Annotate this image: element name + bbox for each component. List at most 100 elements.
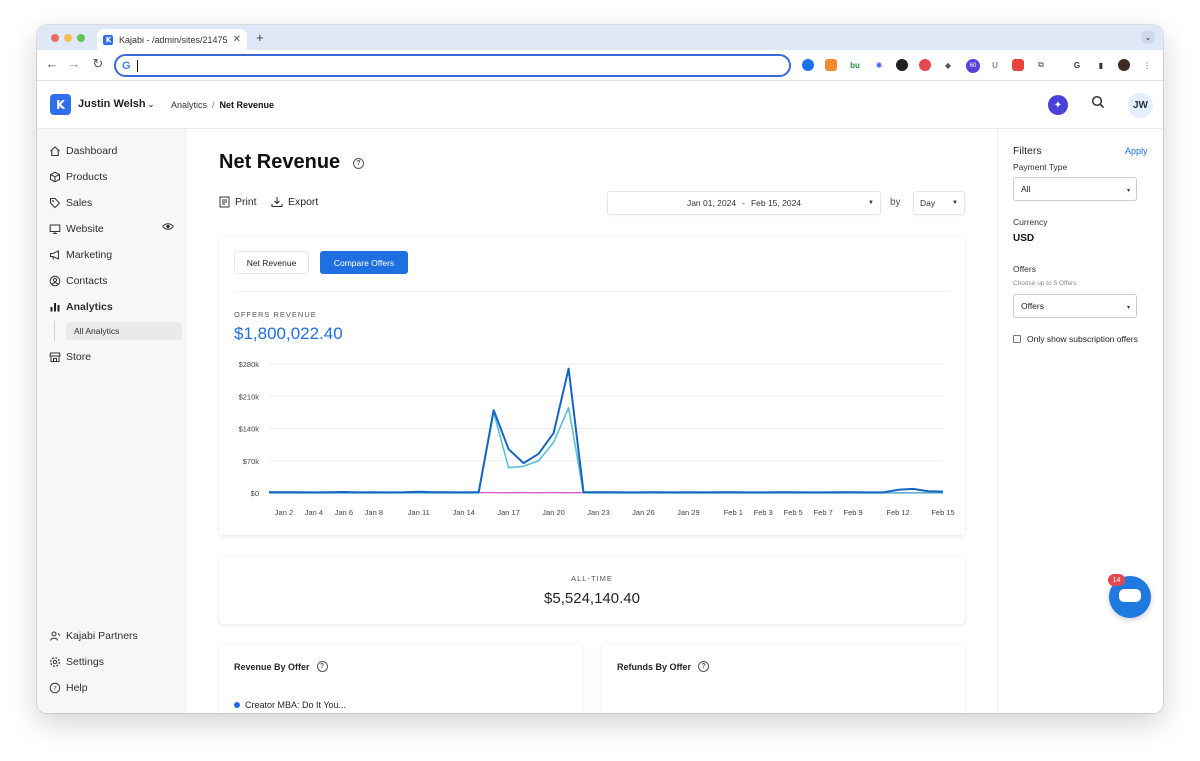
sidebar-item-analytics[interactable]: Analytics (49, 299, 113, 315)
minimize-window-button[interactable] (64, 34, 72, 42)
reload-icon[interactable]: ↻ (90, 56, 106, 72)
sidebar-item-label: Store (66, 351, 92, 363)
sidebar-subitem-all-analytics[interactable]: All Analytics (66, 322, 182, 340)
alltime-label: ALL-TIME (571, 574, 613, 583)
partners-icon (50, 631, 61, 641)
extension-4-icon[interactable]: ✺ (873, 59, 885, 71)
search-icon[interactable] (1091, 95, 1107, 113)
extension-9-icon[interactable]: U (989, 59, 1001, 71)
tab-compare-offers[interactable]: Compare Offers (320, 251, 408, 274)
date-range-picker[interactable]: Jan 01, 2024 - Feb 15, 2024 ▼ (607, 191, 881, 215)
user-avatar[interactable]: JW (1128, 93, 1153, 118)
extension-1-icon[interactable] (802, 59, 814, 71)
breadcrumb-current: Net Revenue (219, 100, 275, 110)
grammarly-icon[interactable]: G (1071, 59, 1083, 71)
main-content: Net Revenue ? Print Export Jan 01, 2024 … (187, 129, 997, 713)
extension-3-icon[interactable]: bu (849, 59, 861, 71)
profile-avatar-icon[interactable] (1118, 59, 1130, 71)
sidebar-item-kajabi-partners[interactable]: Kajabi Partners (49, 628, 138, 644)
browser-menu-icon[interactable]: ⋮ (1141, 59, 1153, 71)
extension-5-icon[interactable] (896, 59, 908, 71)
tab-net-revenue[interactable]: Net Revenue (234, 251, 309, 274)
kajabi-favicon-icon (103, 34, 113, 45)
maximize-window-button[interactable] (77, 34, 85, 42)
payment-type-select[interactable]: All ▾ (1013, 177, 1137, 201)
help-question-icon[interactable]: ? (316, 661, 328, 672)
sidebar-item-sales[interactable]: Sales (49, 195, 92, 211)
back-icon[interactable]: ← (44, 56, 60, 71)
new-tab-button[interactable]: + (256, 30, 264, 45)
sidebar-item-label: Settings (66, 656, 104, 668)
submenu-guide (54, 321, 55, 341)
x-tick-label: Jan 23 (587, 508, 610, 517)
side-panel-icon[interactable]: ▮ (1095, 59, 1107, 71)
address-bar[interactable]: G (114, 54, 791, 77)
caret-down-icon: ▾ (1126, 305, 1130, 311)
sidebar-item-help[interactable]: ? Help (49, 680, 88, 696)
filters-title: Filters (1013, 145, 1042, 157)
sidebar-item-products[interactable]: Products (49, 169, 107, 185)
google-icon: G (122, 59, 131, 72)
x-tick-label: Feb 3 (754, 508, 773, 517)
close-window-button[interactable] (51, 34, 59, 42)
store-icon (49, 352, 61, 362)
x-tick-label: Feb 1 (724, 508, 743, 517)
monitor-icon (49, 224, 61, 234)
export-button[interactable]: Export (271, 196, 318, 208)
extension-7-icon[interactable]: ◆ (942, 59, 954, 71)
extension-10-icon[interactable] (1012, 59, 1024, 71)
extension-6-icon[interactable] (919, 59, 931, 71)
x-tick-label: Jan 8 (365, 508, 383, 517)
tab-close-icon[interactable]: ✕ (233, 34, 241, 45)
account-name: Justin Welsh (78, 98, 146, 110)
x-tick-label: Feb 15 (931, 508, 954, 517)
kajabi-logo-icon[interactable] (50, 94, 71, 115)
chevron-down-icon: ⌄ (147, 100, 155, 109)
print-button[interactable]: Print (219, 196, 257, 208)
x-tick-label: Feb 12 (886, 508, 909, 517)
sidebar-item-website[interactable]: Website (49, 221, 104, 237)
sidebar-item-dashboard[interactable]: Dashboard (49, 143, 117, 159)
sidebar-item-settings[interactable]: Settings (49, 654, 104, 670)
tag-icon (50, 198, 61, 209)
revenue-by-offer-title: Revenue By Offer (234, 661, 310, 672)
extension-2-icon[interactable] (825, 59, 837, 71)
text-caret (136, 59, 138, 72)
gear-icon (50, 657, 60, 667)
offers-select[interactable]: Offers ▾ (1013, 294, 1137, 318)
extension-8-icon[interactable]: 60 (966, 59, 980, 73)
sidebar: Dashboard Products Sales Website Marketi… (37, 129, 187, 713)
breadcrumb-analytics[interactable]: Analytics (171, 100, 207, 110)
sidebar-item-marketing[interactable]: Marketing (49, 247, 112, 263)
tab-search-chevron-icon[interactable]: ⌄ (1141, 30, 1155, 44)
card-title: Refunds By Offer ? (617, 661, 710, 672)
forward-icon[interactable]: → (66, 56, 82, 71)
help-question-icon[interactable]: ? (698, 661, 710, 672)
sidebar-item-store[interactable]: Store (49, 349, 91, 365)
y-tick-label: $0 (251, 489, 259, 498)
metric-label: OFFERS REVENUE (234, 310, 317, 319)
eye-icon[interactable] (162, 222, 174, 234)
checkbox-box[interactable] (1013, 335, 1021, 343)
y-tick-label: $280k (239, 360, 260, 369)
metric-value: $1,800,022.40 (234, 324, 343, 343)
interval-select[interactable]: Day ▼ (913, 191, 965, 215)
apply-filters-link[interactable]: Apply (1125, 146, 1148, 156)
help-question-icon[interactable]: ? (353, 158, 364, 169)
subscription-only-label: Only show subscription offers (1027, 334, 1138, 344)
print-label: Print (235, 196, 257, 208)
extensions-puzzle-icon[interactable]: ⧉ (1035, 59, 1047, 71)
ai-assistant-button[interactable]: ✦ (1048, 95, 1068, 115)
sidebar-item-label: Marketing (66, 249, 113, 261)
alltime-value: $5,524,140.40 (544, 590, 640, 607)
account-switcher[interactable]: Justin Welsh ⌄ (78, 98, 154, 110)
offers-value: Offers (1021, 301, 1044, 311)
currency-label: Currency (1013, 217, 1048, 227)
sidebar-item-label: Analytics (66, 301, 113, 313)
caret-down-icon: ▼ (952, 200, 958, 206)
series-line-1 (268, 367, 944, 494)
sidebar-item-contacts[interactable]: Contacts (49, 273, 107, 289)
payment-type-value: All (1021, 184, 1031, 194)
subscription-only-checkbox[interactable]: Only show subscription offers (1013, 334, 1138, 344)
browser-tab[interactable]: Kajabi - /admin/sites/21475… ✕ (97, 29, 247, 50)
